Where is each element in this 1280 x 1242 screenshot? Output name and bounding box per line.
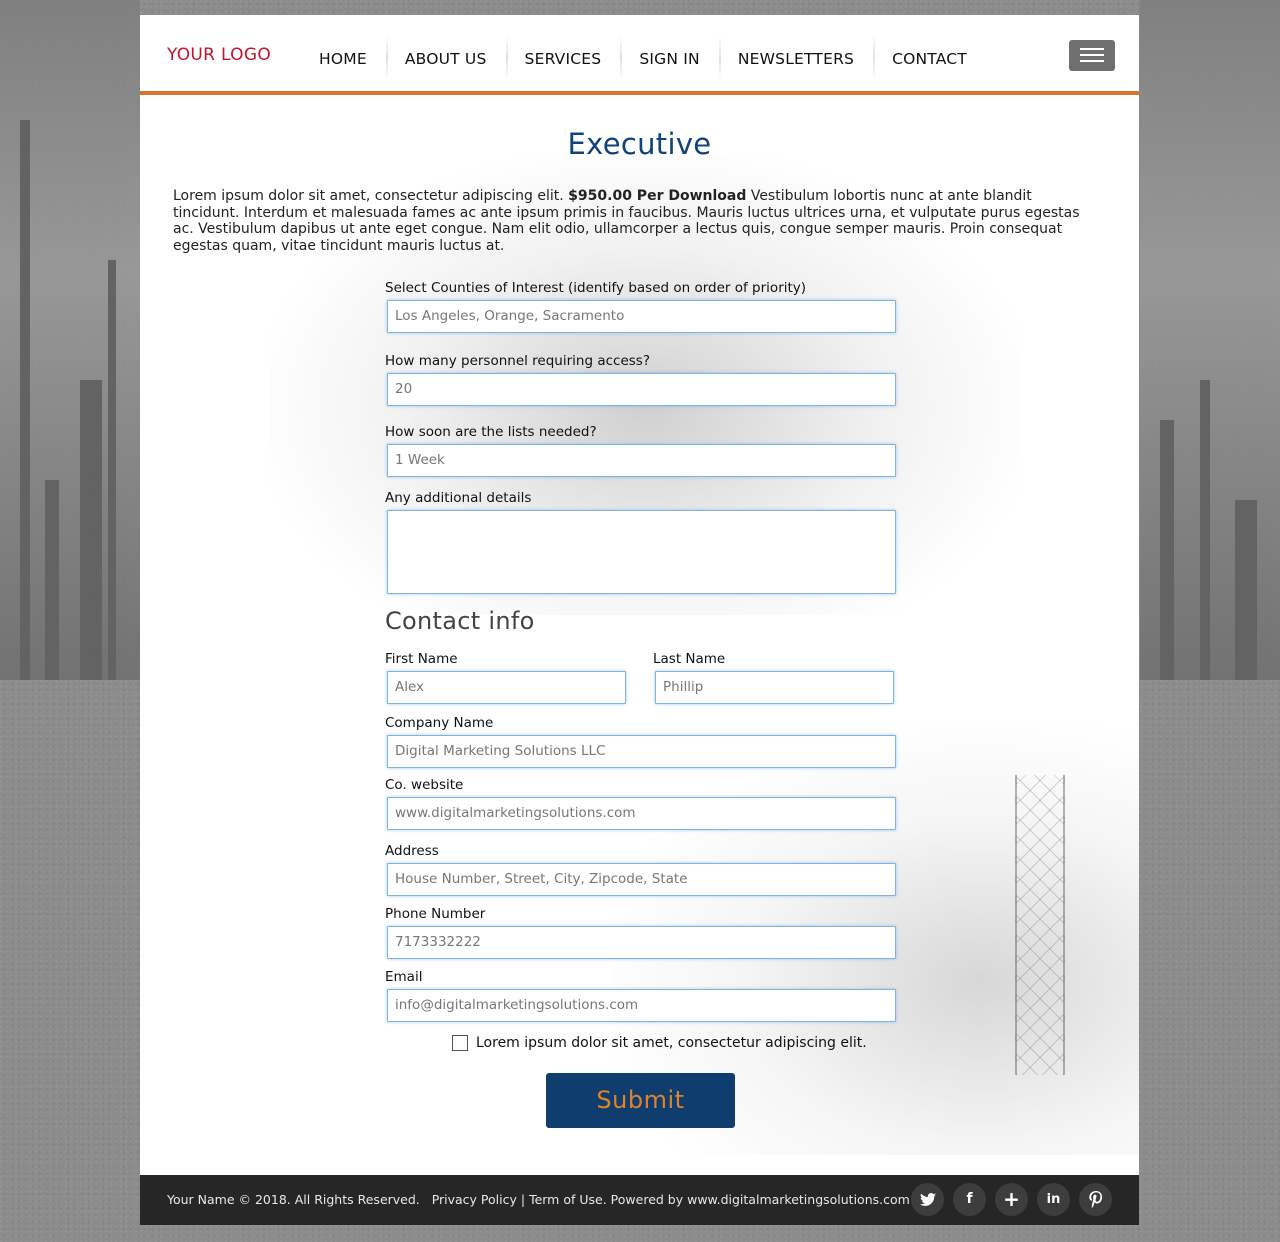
oil-derrick-graphic bbox=[1015, 775, 1065, 1075]
company-input[interactable]: Digital Marketing Solutions LLC bbox=[387, 735, 896, 768]
nav-item-sign-in[interactable]: SIGN IN bbox=[620, 35, 719, 79]
intro-paragraph: Lorem ipsum dolor sit amet, consectetur … bbox=[173, 188, 1098, 255]
personnel-input[interactable]: 20 bbox=[387, 373, 896, 406]
last-name-input[interactable]: Phillip bbox=[655, 671, 894, 704]
page-container: YOUR LOGO HOME ABOUT US SERVICES SIGN IN… bbox=[140, 15, 1139, 1225]
terms-checkbox-label[interactable]: Lorem ipsum dolor sit amet, consectetur … bbox=[476, 1035, 867, 1051]
timeline-label: How soon are the lists needed? bbox=[385, 424, 597, 440]
facebook-icon[interactable]: f bbox=[953, 1183, 986, 1216]
nav-item-contact[interactable]: CONTACT bbox=[873, 35, 986, 79]
nav-item-services[interactable]: SERVICES bbox=[505, 35, 621, 79]
terms-of-use-link[interactable]: Term of Use. bbox=[529, 1192, 607, 1207]
intro-text-start: Lorem ipsum dolor sit amet, consectetur … bbox=[173, 188, 569, 204]
page-title: Executive bbox=[567, 127, 712, 161]
company-label: Company Name bbox=[385, 715, 494, 731]
linkedin-icon[interactable]: in bbox=[1037, 1183, 1070, 1216]
timeline-input[interactable]: 1 Week bbox=[387, 444, 896, 477]
personnel-label: How many personnel requiring access? bbox=[385, 353, 650, 369]
background-refinery-left bbox=[0, 0, 140, 680]
powered-by-text: Powered by www.digitalmarketingsolutions… bbox=[610, 1192, 910, 1207]
details-label: Any additional details bbox=[385, 490, 532, 506]
terms-checkbox[interactable] bbox=[452, 1035, 468, 1051]
hamburger-menu-icon[interactable] bbox=[1069, 40, 1115, 71]
details-textarea[interactable] bbox=[387, 510, 896, 594]
phone-input[interactable]: 7173332222 bbox=[387, 926, 896, 959]
website-label: Co. website bbox=[385, 777, 464, 793]
site-footer: Your Name © 2018. All Rights Reserved. P… bbox=[140, 1175, 1139, 1225]
terms-checkbox-row: Lorem ipsum dolor sit amet, consectetur … bbox=[452, 1035, 867, 1051]
email-label: Email bbox=[385, 969, 423, 985]
nav-item-about-us[interactable]: ABOUT US bbox=[385, 35, 506, 79]
footer-separator: | bbox=[520, 1192, 526, 1207]
nav-item-home[interactable]: HOME bbox=[300, 39, 386, 79]
google-plus-icon[interactable]: + bbox=[995, 1183, 1028, 1216]
address-label: Address bbox=[385, 843, 439, 859]
first-name-label: First Name bbox=[385, 651, 458, 667]
counties-input[interactable]: Los Angeles, Orange, Sacramento bbox=[387, 300, 896, 333]
last-name-label: Last Name bbox=[653, 651, 726, 667]
main-content: Executive Lorem ipsum dolor sit amet, co… bbox=[140, 95, 1139, 1175]
phone-label: Phone Number bbox=[385, 906, 486, 922]
price-text: $950.00 Per Download bbox=[568, 188, 747, 204]
copyright-text: Your Name © 2018. All Rights Reserved. bbox=[167, 1192, 420, 1207]
submit-button[interactable]: Submit bbox=[546, 1073, 735, 1128]
counties-label: Select Counties of Interest (identify ba… bbox=[385, 280, 807, 296]
twitter-icon[interactable] bbox=[911, 1183, 944, 1216]
site-logo[interactable]: YOUR LOGO bbox=[167, 45, 271, 65]
email-input[interactable]: info@digitalmarketingsolutions.com bbox=[387, 989, 896, 1022]
privacy-policy-link[interactable]: Privacy Policy bbox=[432, 1192, 517, 1207]
background-refinery-right bbox=[1140, 0, 1280, 680]
main-nav: HOME ABOUT US SERVICES SIGN IN NEWSLETTE… bbox=[300, 35, 986, 81]
website-input[interactable]: www.digitalmarketingsolutions.com bbox=[387, 797, 896, 830]
address-input[interactable]: House Number, Street, City, Zipcode, Sta… bbox=[387, 863, 896, 896]
site-header: YOUR LOGO HOME ABOUT US SERVICES SIGN IN… bbox=[140, 15, 1139, 95]
footer-text: Your Name © 2018. All Rights Reserved. P… bbox=[167, 1192, 910, 1207]
pinterest-icon[interactable] bbox=[1079, 1183, 1112, 1216]
first-name-input[interactable]: Alex bbox=[387, 671, 626, 704]
contact-info-heading: Contact info bbox=[385, 607, 535, 635]
nav-item-newsletters[interactable]: NEWSLETTERS bbox=[718, 35, 873, 79]
